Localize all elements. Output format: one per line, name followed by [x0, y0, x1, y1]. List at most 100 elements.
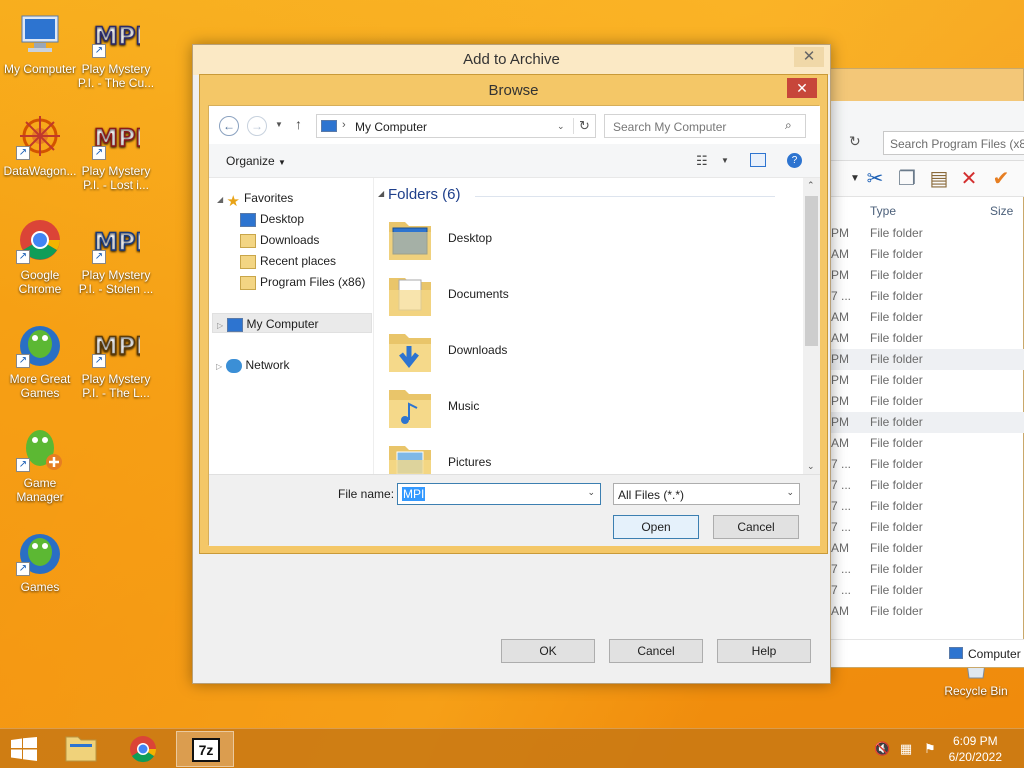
- desktop-icon-label: DataWagon...: [3, 164, 77, 178]
- desktop-icon-my-computer[interactable]: My Computer: [0, 10, 80, 76]
- folder-label: Desktop: [448, 231, 493, 245]
- close-button[interactable]: ✕: [794, 47, 824, 67]
- table-row[interactable]: 7 ... File folder: [831, 580, 1024, 601]
- scrollbar-thumb[interactable]: [805, 196, 818, 346]
- col-type[interactable]: Type: [870, 204, 896, 218]
- help-button[interactable]: Help: [717, 639, 811, 663]
- table-row[interactable]: PM File folder: [831, 349, 1024, 370]
- breadcrumb[interactable]: My Computer: [355, 120, 427, 134]
- ok-button[interactable]: OK: [501, 639, 595, 663]
- search-input[interactable]: Search My Computer: [604, 114, 806, 138]
- open-button[interactable]: Open: [613, 515, 699, 539]
- shortcut-arrow-icon: ↗: [16, 562, 30, 576]
- table-row[interactable]: 7 ... File folder: [831, 496, 1024, 517]
- nav-desktop[interactable]: Desktop: [240, 209, 304, 229]
- shortcut-arrow-icon: ↗: [92, 44, 106, 58]
- table-row[interactable]: 7 ... File folder: [831, 517, 1024, 538]
- desktop-icon-mpi-2[interactable]: MPI ↗ Play Mystery P.I. - Lost i...: [76, 112, 156, 192]
- nav-downloads[interactable]: Downloads: [240, 230, 319, 250]
- table-row[interactable]: AM File folder: [831, 601, 1024, 622]
- table-row[interactable]: 7 ... File folder: [831, 454, 1024, 475]
- table-row[interactable]: PM File folder: [831, 223, 1024, 244]
- date-cell: AM: [831, 331, 849, 345]
- cancel-button[interactable]: Cancel: [713, 515, 799, 539]
- nav-program-files[interactable]: Program Files (x86): [240, 272, 365, 292]
- clock[interactable]: 6:09 PM 6/20/2022: [949, 733, 1002, 765]
- nav-network[interactable]: ▷ Network: [216, 355, 290, 375]
- desktop-icon-more-games[interactable]: ↗ More Great Games: [0, 320, 80, 400]
- cancel-button[interactable]: Cancel: [609, 639, 703, 663]
- start-button[interactable]: [10, 737, 38, 761]
- desktop-icon-mpi-4[interactable]: MPI ↗ Play Mystery P.I. - The L...: [76, 320, 156, 400]
- table-row[interactable]: PM File folder: [831, 391, 1024, 412]
- folder-item-desktop[interactable]: Desktop: [387, 214, 727, 270]
- group-header[interactable]: Folders (6): [388, 186, 461, 203]
- desktop-icon-chrome[interactable]: ↗ Google Chrome: [0, 216, 80, 296]
- desktop-icon-mpi-3[interactable]: MPI ↗ Play Mystery P.I. - Stolen ...: [76, 216, 156, 296]
- table-row[interactable]: 7 ... File folder: [831, 559, 1024, 580]
- taskbar-chrome[interactable]: [114, 731, 172, 767]
- table-row[interactable]: AM File folder: [831, 244, 1024, 265]
- delete-icon[interactable]: ✕: [957, 167, 981, 191]
- organize-menu[interactable]: Organize ▼: [226, 154, 286, 168]
- type-cell: File folder: [870, 352, 923, 366]
- table-row[interactable]: PM File folder: [831, 265, 1024, 286]
- view-options-icon[interactable]: ☷: [696, 153, 708, 169]
- copy-icon[interactable]: ❐: [895, 167, 919, 191]
- table-row[interactable]: AM File folder: [831, 433, 1024, 454]
- nav-my-computer[interactable]: ▷ My Computer: [212, 313, 372, 333]
- network-status-icon[interactable]: ▦: [898, 741, 914, 757]
- table-row[interactable]: PM File folder: [831, 370, 1024, 391]
- background-explorer-window[interactable]: ↻ Search Program Files (x86) ▼ ✂ ❐ ▤ ✕ ✔…: [830, 68, 1024, 668]
- chevron-down-icon[interactable]: ▼: [721, 156, 729, 165]
- folder-item-music[interactable]: Music: [387, 382, 727, 438]
- taskbar-file-explorer[interactable]: [52, 731, 110, 767]
- file-type-value: All Files (*.*): [618, 488, 685, 502]
- scroll-down-icon[interactable]: ⌄: [807, 461, 815, 472]
- nav-recent-places[interactable]: Recent places: [240, 251, 336, 271]
- search-input[interactable]: Search Program Files (x86): [883, 131, 1024, 155]
- desktop-icon-game-manager[interactable]: ↗ Game Manager: [0, 424, 80, 504]
- recent-dropdown-icon[interactable]: ▼: [275, 120, 283, 129]
- vertical-scrollbar[interactable]: ⌃ ⌄: [803, 178, 820, 474]
- file-name-input[interactable]: MPI ⌄: [397, 483, 601, 505]
- nav-favorites[interactable]: ◢ ★ Favorites: [217, 188, 294, 210]
- refresh-icon[interactable]: ↻: [849, 133, 861, 150]
- collapse-group-icon[interactable]: ◢: [378, 189, 384, 198]
- rename-check-icon[interactable]: ✔: [989, 167, 1013, 191]
- volume-muted-icon[interactable]: 🔇: [874, 741, 890, 757]
- chevron-down-icon[interactable]: ⌄: [587, 487, 595, 498]
- computer-icon: [949, 647, 963, 659]
- address-bar[interactable]: › My Computer ⌄ ↻: [316, 114, 596, 138]
- table-row[interactable]: 7 ... File folder: [831, 475, 1024, 496]
- cut-icon[interactable]: ✂: [863, 167, 887, 191]
- table-row[interactable]: PM File folder: [831, 412, 1024, 433]
- desktop-icon-datawagon[interactable]: ↗ DataWagon...: [0, 112, 80, 178]
- desktop-icon-label: More Great Games: [9, 372, 71, 400]
- forward-button[interactable]: →: [247, 116, 267, 136]
- folder-item-documents[interactable]: Documents: [387, 270, 727, 326]
- col-size[interactable]: Size: [990, 204, 1013, 218]
- table-row[interactable]: AM File folder: [831, 307, 1024, 328]
- paste-icon[interactable]: ▤: [927, 167, 951, 191]
- back-button[interactable]: ←: [219, 116, 239, 136]
- folder-item-downloads[interactable]: Downloads: [387, 326, 727, 382]
- table-row[interactable]: AM File folder: [831, 328, 1024, 349]
- desktop-icon-games[interactable]: ↗ Games: [0, 528, 80, 594]
- refresh-icon[interactable]: ↻: [573, 118, 590, 134]
- folder-item-pictures[interactable]: Pictures: [387, 438, 727, 474]
- action-center-icon[interactable]: ⚑: [922, 741, 938, 757]
- close-button[interactable]: ✕: [787, 78, 817, 98]
- browse-dialog[interactable]: Browse ✕ ← → ▼ ↑ › My Computer ⌄ ↻ Searc…: [199, 74, 828, 554]
- table-row[interactable]: AM File folder: [831, 538, 1024, 559]
- scroll-up-icon[interactable]: ⌃: [807, 180, 815, 191]
- desktop-icon-mpi-1[interactable]: MPI ↗ Play Mystery P.I. - The Cu...: [76, 10, 156, 90]
- file-type-select[interactable]: All Files (*.*) ⌄: [613, 483, 800, 505]
- preview-pane-icon[interactable]: [750, 153, 766, 167]
- taskbar-7zip[interactable]: 7z: [176, 731, 234, 767]
- nav-label: Favorites: [243, 191, 294, 205]
- up-arrow-icon[interactable]: ↑: [295, 116, 302, 132]
- table-row[interactable]: 7 ... File folder: [831, 286, 1024, 307]
- chevron-down-icon[interactable]: ⌄: [557, 121, 565, 132]
- help-icon[interactable]: ?: [787, 153, 802, 168]
